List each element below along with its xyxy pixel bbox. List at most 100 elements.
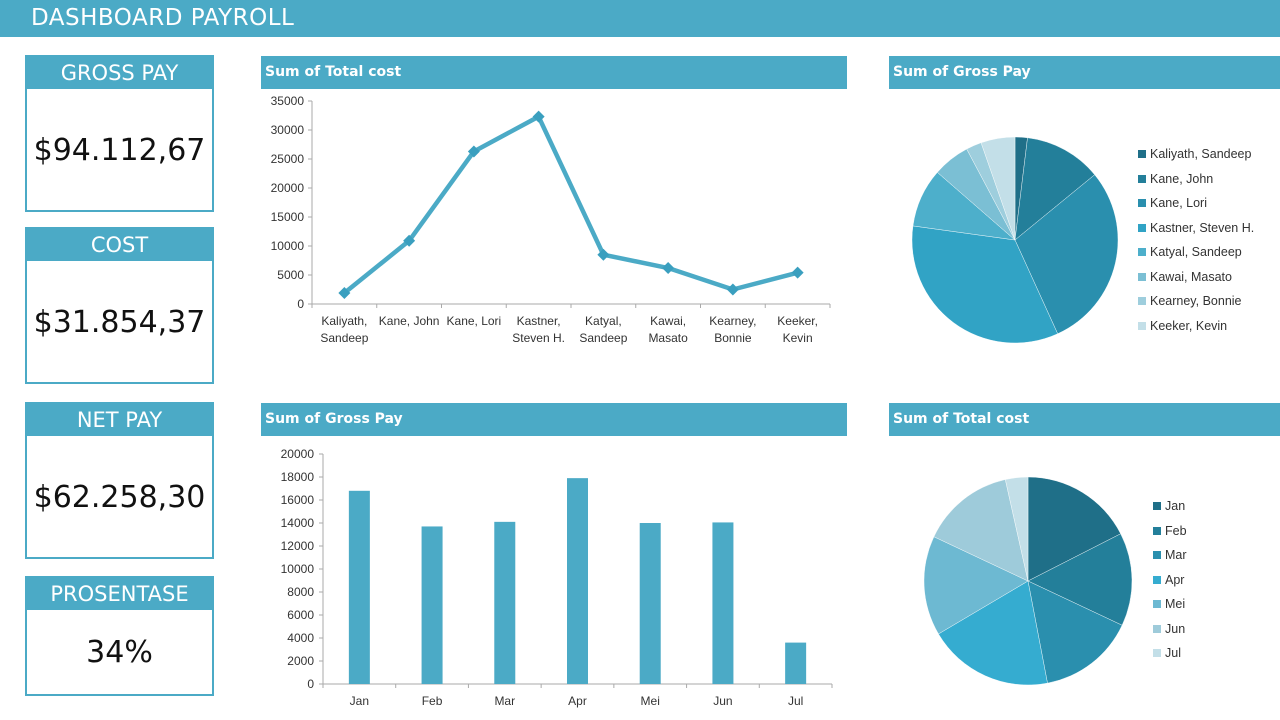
x-tick-label: Kastner, [517, 314, 561, 328]
legend-swatch [1138, 297, 1146, 306]
bar [348, 490, 370, 684]
kpi-prosentase: PROSENTASE 34% [25, 576, 214, 696]
legend-item: Mar [1153, 543, 1187, 568]
pie-total-cost-legend: Jan Feb Mar Apr Mei Jun Jul [1153, 494, 1187, 666]
x-tick-label: Bonnie [714, 331, 752, 345]
legend-item: Jan [1153, 494, 1187, 519]
legend-swatch [1153, 600, 1161, 609]
x-tick-label: Jan [350, 694, 369, 708]
line-chart: 0 5000 10000 15000 20000 25000 30000 35000 Kaliy… [271, 94, 831, 345]
y-tick-label: 20000 [271, 181, 305, 195]
bar-chart-title: Sum of Gross Pay [261, 403, 847, 436]
y-tick-label: 5000 [277, 268, 304, 282]
x-tick-label: Katyal, [585, 314, 622, 328]
legend-swatch [1153, 502, 1161, 511]
kpi-value: $94.112,67 [33, 133, 206, 168]
legend-swatch [1153, 526, 1161, 535]
pie-total-cost-title: Sum of Total cost [889, 403, 1280, 436]
legend-swatch [1153, 649, 1161, 658]
x-tick-label: Kane, Lori [447, 314, 502, 328]
y-tick-label: 25000 [271, 152, 305, 166]
legend-label: Kane, Lori [1150, 196, 1207, 211]
legend-item: Mei [1153, 592, 1187, 617]
x-tick-label: Masato [648, 331, 688, 345]
legend-swatch [1153, 551, 1161, 560]
legend-swatch [1153, 575, 1161, 584]
y-tick-label: 0 [297, 297, 304, 311]
legend-item: Kane, Lori [1138, 191, 1254, 216]
x-tick-label: Jul [788, 694, 803, 708]
legend-label: Jan [1165, 499, 1186, 514]
x-tick-label: Kevin [783, 331, 813, 345]
pie-gross-pay [911, 136, 1119, 344]
kpi-value: 34% [86, 635, 153, 670]
legend-swatch [1138, 174, 1146, 183]
y-tick-label: 35000 [271, 94, 305, 108]
y-tick-label: 20000 [281, 447, 315, 461]
legend-swatch [1138, 199, 1146, 208]
kpi-label: NET PAY [27, 404, 212, 436]
kpi-cost: COST $31.854,37 [25, 227, 214, 384]
legend-item: Kane, John [1138, 167, 1254, 192]
y-tick-label: 15000 [271, 210, 305, 224]
legend-item: Apr [1153, 568, 1187, 593]
bar [567, 478, 588, 684]
series-line [342, 114, 799, 295]
legend-item: Feb [1153, 519, 1187, 544]
legend-item: Kearney, Bonnie [1138, 289, 1254, 314]
kpi-value: $31.854,37 [33, 305, 206, 340]
data-point [726, 283, 739, 296]
legend-label: Kane, John [1150, 171, 1214, 186]
legend-item: Kawai, Masato [1138, 265, 1254, 290]
legend-item: Kaliyath, Sandeep [1138, 142, 1254, 167]
legend-label: Keeker, Kevin [1150, 318, 1228, 333]
legend-item: Jun [1153, 617, 1187, 642]
bar [494, 521, 516, 684]
kpi-label: COST [27, 229, 212, 261]
legend-item: Kastner, Steven H. [1138, 216, 1254, 241]
legend-label: Feb [1165, 523, 1187, 538]
y-tick-label: 4000 [287, 631, 314, 645]
legend-label: Kawai, Masato [1150, 269, 1232, 284]
y-tick-label: 8000 [287, 585, 314, 599]
legend-swatch [1153, 624, 1161, 633]
legend-item: Keeker, Kevin [1138, 314, 1254, 339]
y-tick-label: 10000 [271, 239, 305, 253]
legend-label: Jul [1165, 646, 1181, 661]
pie-gross-pay-title: Sum of Gross Pay [889, 56, 1280, 89]
legend-swatch [1138, 223, 1146, 232]
y-tick-label: 30000 [271, 123, 305, 137]
dashboard-title: DASHBOARD PAYROLL [31, 5, 295, 31]
legend-swatch [1138, 272, 1146, 281]
y-tick-label: 18000 [281, 470, 315, 484]
x-tick-label: Jun [713, 694, 732, 708]
legend-swatch [1138, 321, 1146, 330]
x-tick-label: Kane, John [379, 314, 440, 328]
bar [785, 642, 807, 684]
pie-total-cost [923, 476, 1133, 686]
legend-label: Jun [1165, 621, 1186, 636]
y-tick-label: 2000 [287, 654, 314, 668]
legend-label: Katyal, Sandeep [1150, 245, 1242, 260]
kpi-value: $62.258,30 [33, 480, 206, 515]
legend-label: Kearney, Bonnie [1150, 294, 1242, 309]
y-tick-label: 14000 [281, 516, 315, 530]
y-tick-label: 12000 [281, 539, 315, 553]
x-tick-label: Sandeep [579, 331, 627, 345]
legend-swatch [1138, 150, 1146, 159]
bar [639, 523, 661, 684]
x-tick-label: Kearney, [709, 314, 756, 328]
x-tick-label: Mar [494, 694, 515, 708]
x-tick-label: Kawai, [650, 314, 686, 328]
legend-label: Kastner, Steven H. [1150, 220, 1255, 235]
data-point [662, 262, 675, 275]
legend-label: Apr [1165, 572, 1185, 587]
kpi-label: GROSS PAY [27, 57, 212, 89]
header-bar: DASHBOARD PAYROLL [0, 0, 1280, 37]
bar-chart: 0 2000 4000 6000 8000 10000 12000 14000 16000 180… [281, 447, 833, 708]
kpi-gross-pay: GROSS PAY $94.112,67 [25, 55, 214, 212]
bar [421, 526, 443, 684]
x-tick-label: Sandeep [320, 331, 368, 345]
y-tick-label: 16000 [281, 493, 315, 507]
legend-item: Katyal, Sandeep [1138, 240, 1254, 265]
